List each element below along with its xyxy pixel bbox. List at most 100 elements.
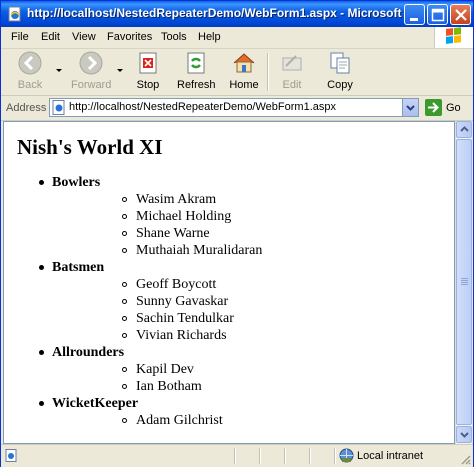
minimize-icon <box>410 18 418 21</box>
page-heading: Nish's World XI <box>17 135 163 159</box>
player-name: Kapil Dev <box>136 362 194 377</box>
stop-icon <box>139 52 157 74</box>
home-button[interactable]: Home <box>229 51 259 91</box>
stop-button[interactable]: Stop <box>135 51 161 91</box>
scroll-thumb[interactable] <box>456 139 472 425</box>
player-name: Geoff Boycott <box>136 277 217 292</box>
forward-button[interactable]: Forward <box>71 51 111 91</box>
category-item: Allrounders Kapil Dev Ian Botham <box>4 344 262 395</box>
circle-bullet <box>122 367 127 372</box>
grip-line <box>461 284 468 285</box>
back-arrow-icon <box>18 51 42 75</box>
player-item: Michael Holding <box>52 208 262 225</box>
address-dropdown-button[interactable] <box>402 99 418 116</box>
refresh-icon <box>187 52 205 74</box>
category-label: Allrounders <box>52 345 125 360</box>
vertical-scrollbar[interactable] <box>455 121 472 444</box>
maximize-button[interactable] <box>427 4 448 25</box>
home-icon <box>233 53 255 73</box>
player-item: Geoff Boycott <box>52 276 262 293</box>
minimize-button[interactable] <box>404 4 425 25</box>
title-bar[interactable]: http://localhost/NestedRepeaterDemo/WebF… <box>1 1 473 27</box>
intranet-zone-icon <box>339 448 354 463</box>
player-list: Wasim Akram Michael Holding Shane Warne … <box>52 191 262 259</box>
edit-label: Edit <box>282 79 302 91</box>
go-arrow-icon <box>425 99 442 116</box>
close-button[interactable] <box>450 4 471 25</box>
forward-dropdown-icon[interactable] <box>117 69 123 72</box>
circle-bullet <box>122 418 127 423</box>
player-name: Shane Warne <box>136 226 210 241</box>
go-button[interactable]: Go <box>425 99 471 117</box>
browser-window: http://localhost/NestedRepeaterDemo/WebF… <box>0 0 474 467</box>
menu-help[interactable]: Help <box>198 31 221 43</box>
forward-arrow-icon <box>79 51 103 75</box>
grip-line <box>461 278 468 279</box>
toolbar: Back Forward Stop Refresh Home Edit Copy <box>1 49 473 96</box>
category-item: Batsmen Geoff Boycott Sunny Gavaskar Sac… <box>4 259 262 344</box>
ie-page-icon <box>7 6 23 22</box>
status-divider <box>234 448 236 464</box>
toolbar-separator <box>267 53 269 91</box>
address-label: Address <box>6 102 47 114</box>
edit-button[interactable]: Edit <box>280 51 304 91</box>
player-name: Ian Botham <box>136 379 202 394</box>
player-item: Wasim Akram <box>52 191 262 208</box>
circle-bullet <box>122 197 127 202</box>
page-done-icon <box>5 449 17 462</box>
close-icon <box>455 9 467 21</box>
player-name: Sachin Tendulkar <box>136 311 234 326</box>
circle-bullet <box>122 384 127 389</box>
circle-bullet <box>122 299 127 304</box>
player-name: Vivian Richards <box>136 328 227 343</box>
category-label: WicketKeeper <box>52 396 139 411</box>
disc-bullet <box>39 180 44 185</box>
window-title: http://localhost/NestedRepeaterDemo/WebF… <box>27 6 415 20</box>
player-list: Kapil Dev Ian Botham <box>52 361 262 395</box>
player-name: Sunny Gavaskar <box>136 294 229 309</box>
address-url[interactable]: http://localhost/NestedRepeaterDemo/WebF… <box>69 101 336 113</box>
grip-line <box>461 282 468 283</box>
player-item: Sunny Gavaskar <box>52 293 262 310</box>
status-divider <box>259 448 261 464</box>
circle-bullet <box>122 214 127 219</box>
page-icon <box>52 100 65 115</box>
player-item: Vivian Richards <box>52 327 262 344</box>
back-button[interactable]: Back <box>15 51 45 91</box>
menu-tools[interactable]: Tools <box>161 31 187 43</box>
grip-line <box>461 280 468 281</box>
copy-label: Copy <box>327 79 353 91</box>
maximize-icon <box>431 8 445 22</box>
status-divider <box>334 448 336 464</box>
edit-icon <box>282 55 302 71</box>
menu-favorites[interactable]: Favorites <box>107 31 152 43</box>
menu-file[interactable]: File <box>11 31 29 43</box>
back-dropdown-icon[interactable] <box>56 69 62 72</box>
forward-label: Forward <box>71 79 112 91</box>
circle-bullet <box>122 231 127 236</box>
menu-view[interactable]: View <box>72 31 96 43</box>
address-bar: Address http://localhost/NestedRepeaterD… <box>1 96 473 121</box>
menu-edit[interactable]: Edit <box>41 31 60 43</box>
refresh-button[interactable]: Refresh <box>177 51 216 91</box>
circle-bullet <box>122 316 127 321</box>
resize-grip-icon[interactable] <box>459 453 471 465</box>
disc-bullet <box>39 401 44 406</box>
team-list: Bowlers Wasim Akram Michael Holding Shan… <box>4 174 262 429</box>
player-name: Adam Gilchrist <box>136 413 223 428</box>
player-name: Wasim Akram <box>136 192 217 207</box>
security-zone-label: Local intranet <box>357 450 424 462</box>
player-item: Kapil Dev <box>52 361 262 378</box>
player-name: Michael Holding <box>136 209 232 224</box>
player-item: Muthaiah Muralidaran <box>52 242 262 259</box>
player-name: Muthaiah Muralidaran <box>136 243 263 258</box>
category-item: Bowlers Wasim Akram Michael Holding Shan… <box>4 174 262 259</box>
copy-button[interactable]: Copy <box>325 51 355 91</box>
status-bar: Local intranet <box>1 444 473 467</box>
status-divider <box>284 448 286 464</box>
disc-bullet <box>39 350 44 355</box>
chevron-down-icon <box>460 432 469 438</box>
address-input[interactable]: http://localhost/NestedRepeaterDemo/WebF… <box>49 98 419 117</box>
scroll-up-button[interactable] <box>456 121 472 138</box>
scroll-down-button[interactable] <box>456 426 472 443</box>
